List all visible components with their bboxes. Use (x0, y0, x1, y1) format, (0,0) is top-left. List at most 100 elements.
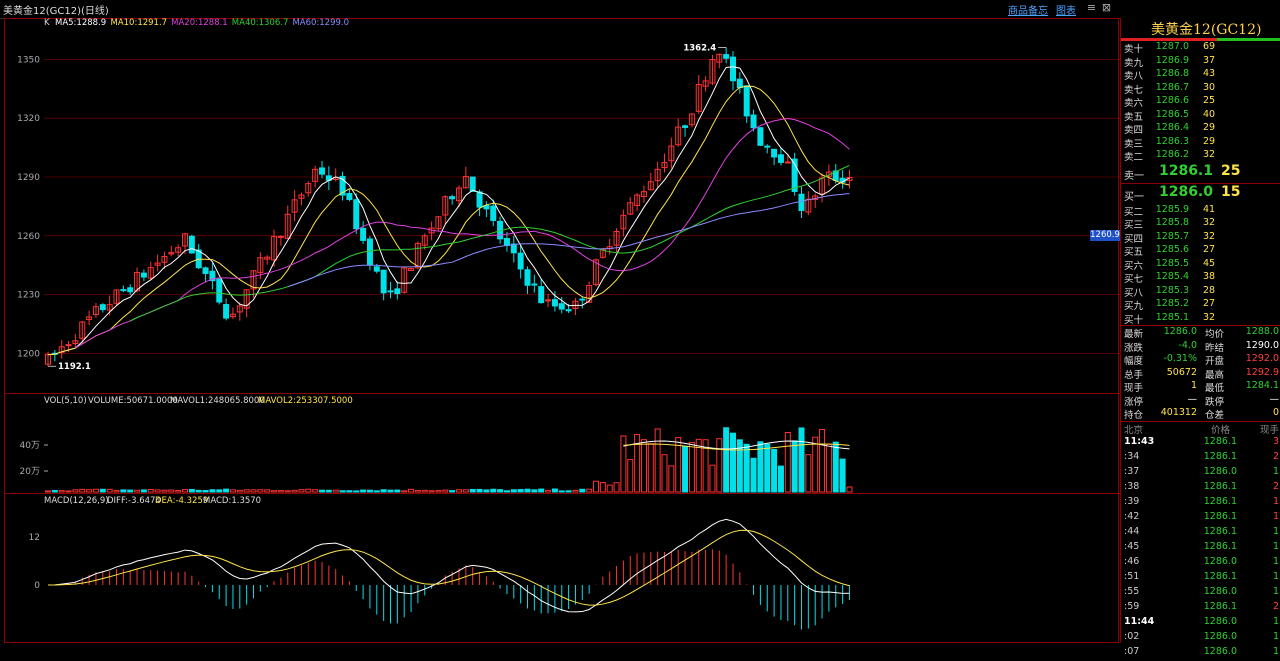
tick-list[interactable]: 11:43 1286.1 3:34 1286.1 2:37 1286.0 1:38 1286.… (1121, 436, 1280, 661)
tick-row[interactable]: :39 1286.1 1 (1121, 496, 1280, 511)
candle-body (517, 252, 524, 270)
tick-price: 1286.0 (1203, 555, 1237, 567)
volume-bar (394, 489, 401, 493)
tick-row[interactable]: 11:43 1286.1 3 (1121, 436, 1280, 451)
candle-body (545, 299, 552, 302)
tick-price: 1286.1 (1203, 600, 1237, 612)
volume-bar (223, 488, 230, 493)
ask-row[interactable]: 卖八 1286.8 43 (1121, 68, 1280, 82)
bid-row[interactable]: 买四 1285.7 32 (1121, 231, 1280, 245)
volume-bar (647, 443, 654, 493)
stat-value: 1288.0 (1245, 326, 1279, 337)
volume-bar (86, 489, 93, 493)
tick-row[interactable]: 11:44 1286.0 1 (1121, 616, 1280, 631)
bid-row[interactable]: 买五 1285.6 27 (1121, 244, 1280, 258)
stat-label: 总手 (1124, 369, 1144, 381)
bid-row[interactable]: 买三 1285.8 32 (1121, 217, 1280, 231)
candle-body (360, 227, 367, 241)
volume-bar (654, 428, 661, 493)
ask-row[interactable]: 卖七 1286.7 30 (1121, 82, 1280, 96)
macd-histogram (54, 549, 850, 630)
tick-row[interactable]: :59 1286.1 2 (1121, 601, 1280, 616)
tick-row[interactable]: :07 1286.0 1 (1121, 646, 1280, 661)
volume-bar (682, 445, 689, 493)
bid-row[interactable]: 买八 1285.3 28 (1121, 285, 1280, 299)
candle-body (380, 269, 387, 294)
volume-bar (497, 489, 504, 493)
stat-label: 开盘 (1205, 356, 1225, 367)
tick-time: :39 (1124, 495, 1140, 507)
volume-bar (271, 490, 278, 493)
volume-bar (332, 489, 339, 493)
close-icon[interactable]: ⊠ (1100, 1, 1113, 14)
stat-label: 现手 (1124, 383, 1144, 394)
bid-row[interactable]: 买十 1285.1 32 (1121, 312, 1280, 326)
tick-row[interactable]: :51 1286.1 1 (1121, 571, 1280, 586)
tick-vol: 1 (1272, 645, 1279, 657)
volume-bar (551, 488, 558, 493)
tick-row[interactable]: :45 1286.1 1 (1121, 541, 1280, 556)
ask-row[interactable]: 卖六 1286.6 25 (1121, 95, 1280, 109)
candle-body (346, 193, 353, 200)
tick-vol: 1 (1272, 525, 1279, 537)
bid-row[interactable]: 买九 1285.2 27 (1121, 298, 1280, 312)
kline-chart[interactable]: 1350 1320 1290 1260 1230 1200 K MA5:1288.9 MA10:… (0, 18, 1120, 643)
tick-vol: 2 (1272, 450, 1279, 462)
volume-bar (545, 489, 552, 493)
bid1-row[interactable]: 买一 1286.0 15 (1121, 184, 1280, 204)
tick-vol: 1 (1272, 495, 1279, 507)
volume-bar (134, 489, 141, 493)
candle-body (476, 191, 483, 208)
bid-row[interactable]: 买六 1285.5 45 (1121, 258, 1280, 272)
candle-body (373, 266, 380, 272)
y-tick-label: 1230 (17, 291, 40, 301)
candle-body (723, 54, 730, 59)
volume-bar (750, 457, 757, 493)
stat-row: 持仓 401312 仓差 0 (1121, 407, 1280, 421)
memo-link[interactable]: 商品备忘 (1008, 2, 1048, 17)
stat-value: 1292.9 (1245, 366, 1279, 378)
tick-time: :46 (1124, 555, 1140, 567)
ask-row[interactable]: 卖二 1286.2 32 (1121, 149, 1280, 163)
settings-icon[interactable]: ≡ (1085, 1, 1098, 14)
tick-row[interactable]: :55 1286.0 1 (1121, 586, 1280, 601)
volume-bar (456, 489, 462, 493)
bid-row[interactable]: 买二 1285.9 41 (1121, 204, 1280, 218)
chart-link[interactable]: 图表 (1056, 2, 1076, 17)
volume-bar (791, 440, 798, 493)
volume-bar (538, 488, 545, 493)
volume-bar (113, 490, 120, 493)
ask-row[interactable]: 卖九 1286.9 37 (1121, 55, 1280, 69)
volume-bar (723, 427, 730, 493)
ask1-row[interactable]: 卖一 1286.1 25 (1121, 163, 1280, 183)
tick-row[interactable]: :34 1286.1 2 (1121, 451, 1280, 466)
candle-body (579, 298, 586, 301)
tick-row[interactable]: :02 1286.0 1 (1121, 631, 1280, 646)
stat-value: -0.31% (1163, 353, 1197, 364)
stat-label: 最新 (1124, 329, 1144, 340)
tick-row[interactable]: :38 1286.1 2 (1121, 481, 1280, 496)
candle-body (503, 238, 510, 246)
stat-value: -4.0 (1178, 339, 1197, 351)
ask-row[interactable]: 卖五 1286.5 40 (1121, 109, 1280, 123)
tick-row[interactable]: :37 1286.0 1 (1121, 466, 1280, 481)
quote-stats: 最新 1286.0 均价 1288.0 涨跌 -4.0 昨结 1290.0 幅度 -0.31% 开盘… (1121, 326, 1280, 421)
volume-bar (469, 488, 476, 493)
volume-bar (771, 448, 778, 493)
ask-row[interactable]: 卖四 1286.4 29 (1121, 122, 1280, 136)
tick-row[interactable]: :42 1286.1 1 (1121, 511, 1280, 526)
bid-row[interactable]: 买七 1285.4 38 (1121, 271, 1280, 285)
tick-time: :51 (1124, 570, 1140, 582)
volume-bar (661, 454, 668, 493)
volume-bar (421, 489, 428, 493)
volume-bar (764, 443, 771, 493)
volume-bar (92, 488, 99, 493)
candle-body (736, 78, 743, 89)
volume-bar (291, 489, 298, 493)
volume-bar (277, 490, 284, 493)
stat-value: 1284.1 (1245, 380, 1279, 391)
ask-row[interactable]: 卖三 1286.3 29 (1121, 136, 1280, 150)
tick-row[interactable]: :44 1286.1 1 (1121, 526, 1280, 541)
ask-row[interactable]: 卖十 1287.0 69 (1121, 41, 1280, 55)
tick-row[interactable]: :46 1286.0 1 (1121, 556, 1280, 571)
